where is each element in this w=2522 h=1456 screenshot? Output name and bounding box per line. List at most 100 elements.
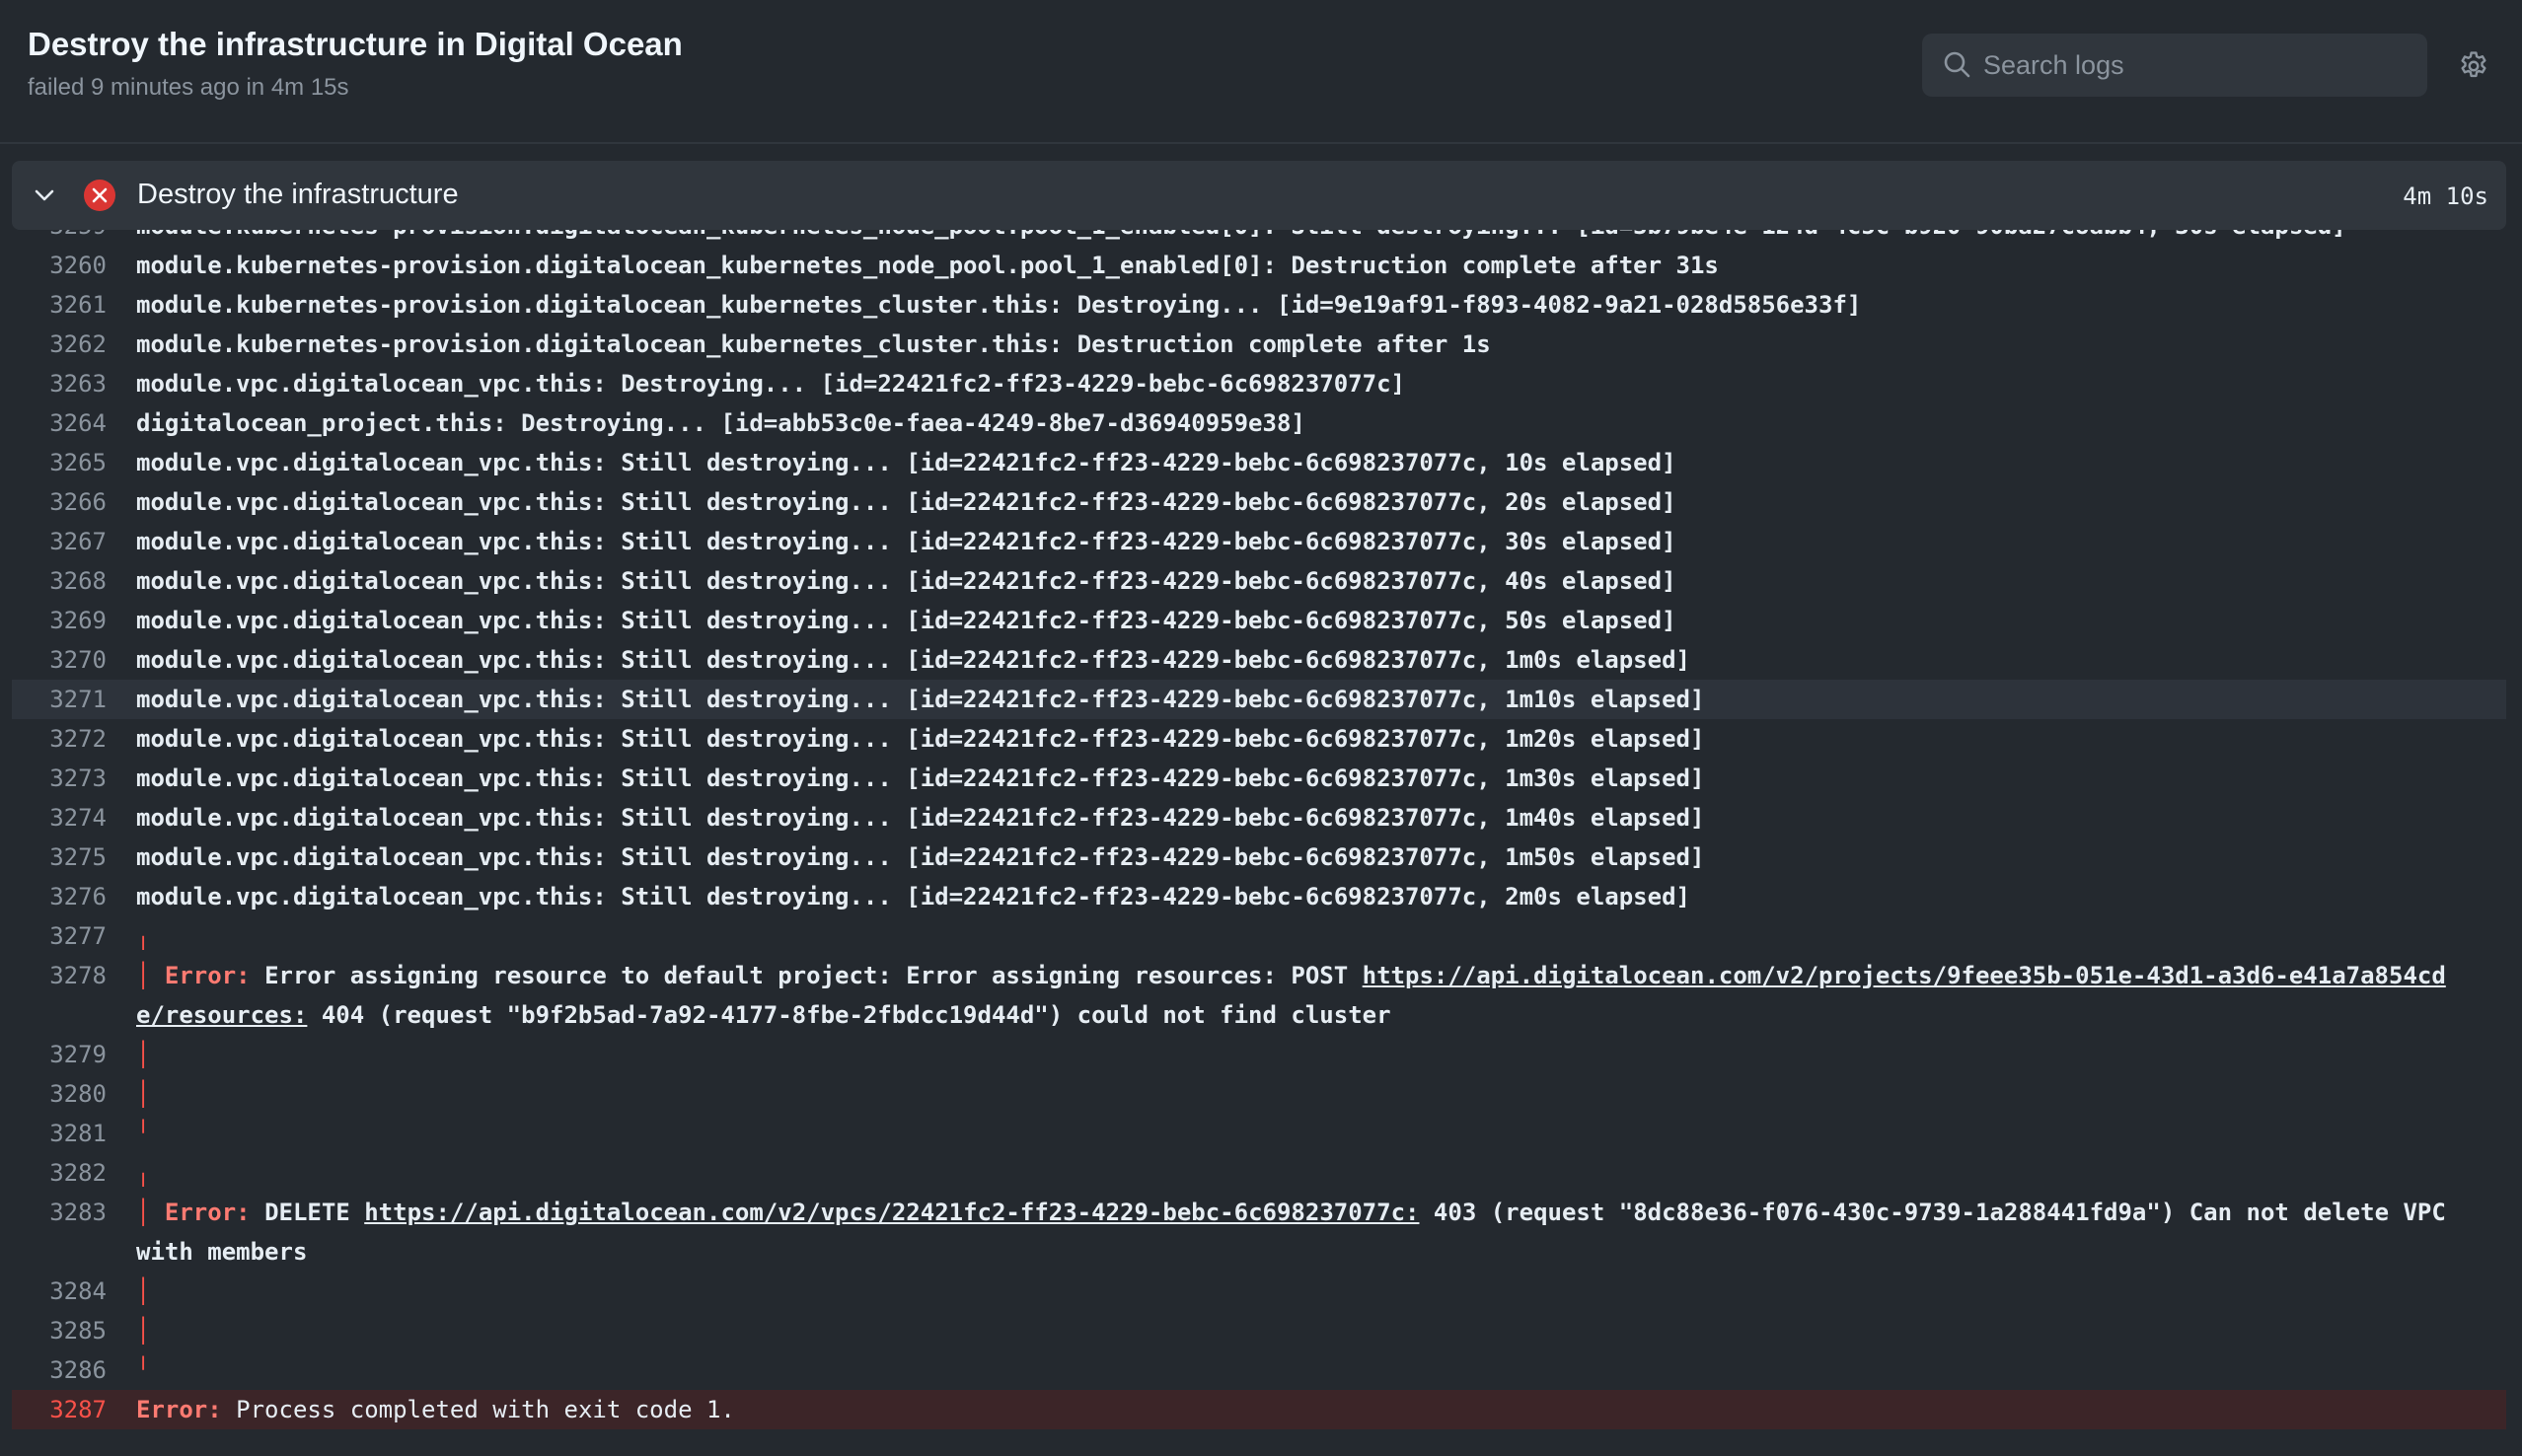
log-line: 3278 │ Error: Error assigning resource to…	[12, 956, 2506, 1035]
log-text: module.vpc.digitalocean_vpc.this: Still …	[136, 686, 1705, 713]
line-number[interactable]: 3263	[12, 364, 107, 403]
step-duration: 4m 10s	[2403, 182, 2488, 210]
line-number[interactable]: 3274	[12, 798, 107, 837]
log-line: 3280 │	[12, 1074, 2506, 1114]
log-line-text: │ Error: Error assigning resource to def…	[107, 956, 2506, 1035]
log-line: 3279 │	[12, 1035, 2506, 1074]
chevron-down-icon[interactable]	[34, 184, 55, 206]
log-line-text: │ Error: DELETE https://api.digitalocean…	[107, 1193, 2506, 1272]
error-box-border: │	[136, 1199, 165, 1226]
log-line: 3267 module.vpc.digitalocean_vpc.this: St…	[12, 522, 2506, 561]
log-line-text: Error: Process completed with exit code …	[107, 1390, 2506, 1429]
job-status-summary: failed 9 minutes ago in 4m 15s	[28, 74, 349, 101]
search-input[interactable]	[1983, 34, 2408, 97]
log-line: 3285 │	[12, 1311, 2506, 1350]
log-line-text: ╷	[107, 1153, 2506, 1193]
line-number[interactable]: 3260	[12, 246, 107, 285]
line-number[interactable]: 3273	[12, 759, 107, 798]
log-line-text: module.vpc.digitalocean_vpc.this: Destro…	[107, 364, 2506, 403]
line-number[interactable]: 3271	[12, 680, 107, 719]
error-message: 404 (request "b9f2b5ad-7a92-4177-8fbe-2f…	[321, 1001, 1391, 1029]
log-text: module.vpc.digitalocean_vpc.this: Still …	[136, 725, 1705, 753]
job-title: Destroy the infrastructure in Digital Oc…	[28, 26, 683, 62]
line-number[interactable]: 3270	[12, 640, 107, 680]
log-line-text: │	[107, 1272, 2506, 1311]
log-text: digitalocean_project.this: Destroying...…	[136, 409, 1305, 437]
log-line: 3275 module.vpc.digitalocean_vpc.this: St…	[12, 837, 2506, 877]
line-number[interactable]: 3286	[12, 1350, 107, 1390]
log-line-text: digitalocean_project.this: Destroying...…	[107, 403, 2506, 443]
line-number[interactable]: 3267	[12, 522, 107, 561]
log-text: module.vpc.digitalocean_vpc.this: Still …	[136, 804, 1705, 832]
log-text: module.vpc.digitalocean_vpc.this: Still …	[136, 646, 1690, 674]
search-box[interactable]	[1922, 34, 2427, 97]
error-box-border: │	[136, 1080, 151, 1108]
error-box-border: ╷	[136, 922, 151, 950]
step-title: Destroy the infrastructure	[137, 179, 459, 210]
line-number[interactable]: 3276	[12, 877, 107, 916]
log-lines: 3259 module.kubernetes-provision.digitalo…	[12, 230, 2506, 1429]
log-line-text: ╷	[107, 916, 2506, 956]
log-line-text: ╵	[107, 1114, 2506, 1153]
line-number[interactable]: 3272	[12, 719, 107, 759]
line-number[interactable]: 3269	[12, 601, 107, 640]
log-line-text: │	[107, 1035, 2506, 1074]
log-line: 3286 ╵	[12, 1350, 2506, 1390]
log-text: module.kubernetes-provision.digitalocean…	[136, 330, 1491, 358]
line-number[interactable]: 3285	[12, 1311, 107, 1350]
line-number[interactable]: 3281	[12, 1114, 107, 1153]
log-line: 3282 ╷	[12, 1153, 2506, 1193]
log-line: 3283 │ Error: DELETE https://api.digitalo…	[12, 1193, 2506, 1272]
log-text: module.kubernetes-provision.digitalocean…	[136, 291, 1862, 319]
line-number[interactable]: 3265	[12, 443, 107, 482]
log-line-text: │	[107, 1311, 2506, 1350]
log-line-text: module.kubernetes-provision.digitalocean…	[107, 325, 2506, 364]
line-number[interactable]: 3278	[12, 956, 107, 995]
log-line: 3284 │	[12, 1272, 2506, 1311]
log-line-text: module.kubernetes-provision.digitalocean…	[107, 246, 2506, 285]
line-number[interactable]: 3266	[12, 482, 107, 522]
error-box-border: ╷	[136, 1159, 151, 1187]
line-number[interactable]: 3262	[12, 325, 107, 364]
log-viewer[interactable]: 3259 module.kubernetes-provision.digitalo…	[12, 230, 2506, 1453]
log-line-text: │	[107, 1074, 2506, 1114]
error-box-border: │	[136, 962, 165, 989]
job-log-page: Destroy the infrastructure in Digital Oc…	[0, 0, 2522, 1456]
line-number[interactable]: 3268	[12, 561, 107, 601]
log-line: 3260 module.kubernetes-provision.digitalo…	[12, 246, 2506, 285]
line-number[interactable]: 3282	[12, 1153, 107, 1193]
line-number[interactable]: 3287	[12, 1390, 107, 1429]
log-line: 3262 module.kubernetes-provision.digitalo…	[12, 325, 2506, 364]
log-line-text: module.vpc.digitalocean_vpc.this: Still …	[107, 522, 2506, 561]
search-icon	[1944, 51, 1970, 78]
log-text: module.vpc.digitalocean_vpc.this: Still …	[136, 528, 1676, 555]
error-box-border: │	[136, 1317, 151, 1345]
log-line-text: module.vpc.digitalocean_vpc.this: Still …	[107, 443, 2506, 482]
log-text: module.kubernetes-provision.digitalocean…	[136, 230, 2346, 240]
log-line-text: module.vpc.digitalocean_vpc.this: Still …	[107, 837, 2506, 877]
log-line-text: module.vpc.digitalocean_vpc.this: Still …	[107, 561, 2506, 601]
error-message: Error assigning resource to default proj…	[264, 962, 1349, 989]
line-number[interactable]: 3279	[12, 1035, 107, 1074]
log-text: module.vpc.digitalocean_vpc.this: Still …	[136, 843, 1705, 871]
line-number[interactable]: 3275	[12, 837, 107, 877]
gear-icon[interactable]	[2457, 49, 2490, 83]
line-number[interactable]: 3283	[12, 1193, 107, 1232]
log-line-text: module.vpc.digitalocean_vpc.this: Still …	[107, 877, 2506, 916]
log-line: 3274 module.vpc.digitalocean_vpc.this: St…	[12, 798, 2506, 837]
error-label: Error:	[136, 1396, 222, 1423]
error-box-border: │	[136, 1041, 151, 1068]
line-number[interactable]: 3284	[12, 1272, 107, 1311]
line-number[interactable]: 3261	[12, 285, 107, 325]
line-number[interactable]: 3277	[12, 916, 107, 956]
x-circle-icon	[84, 180, 115, 211]
api-link[interactable]: https://api.digitalocean.com/v2/vpcs/224…	[364, 1199, 1419, 1226]
step-header[interactable]: Destroy the infrastructure 4m 10s	[12, 161, 2506, 230]
log-text: module.vpc.digitalocean_vpc.this: Still …	[136, 449, 1676, 476]
log-line-text: module.vpc.digitalocean_vpc.this: Still …	[107, 601, 2506, 640]
line-number[interactable]: 3264	[12, 403, 107, 443]
job-header: Destroy the infrastructure in Digital Oc…	[0, 0, 2522, 144]
error-box-border: ╵	[136, 1356, 151, 1384]
line-number[interactable]: 3280	[12, 1074, 107, 1114]
line-number[interactable]: 3259	[12, 230, 107, 246]
